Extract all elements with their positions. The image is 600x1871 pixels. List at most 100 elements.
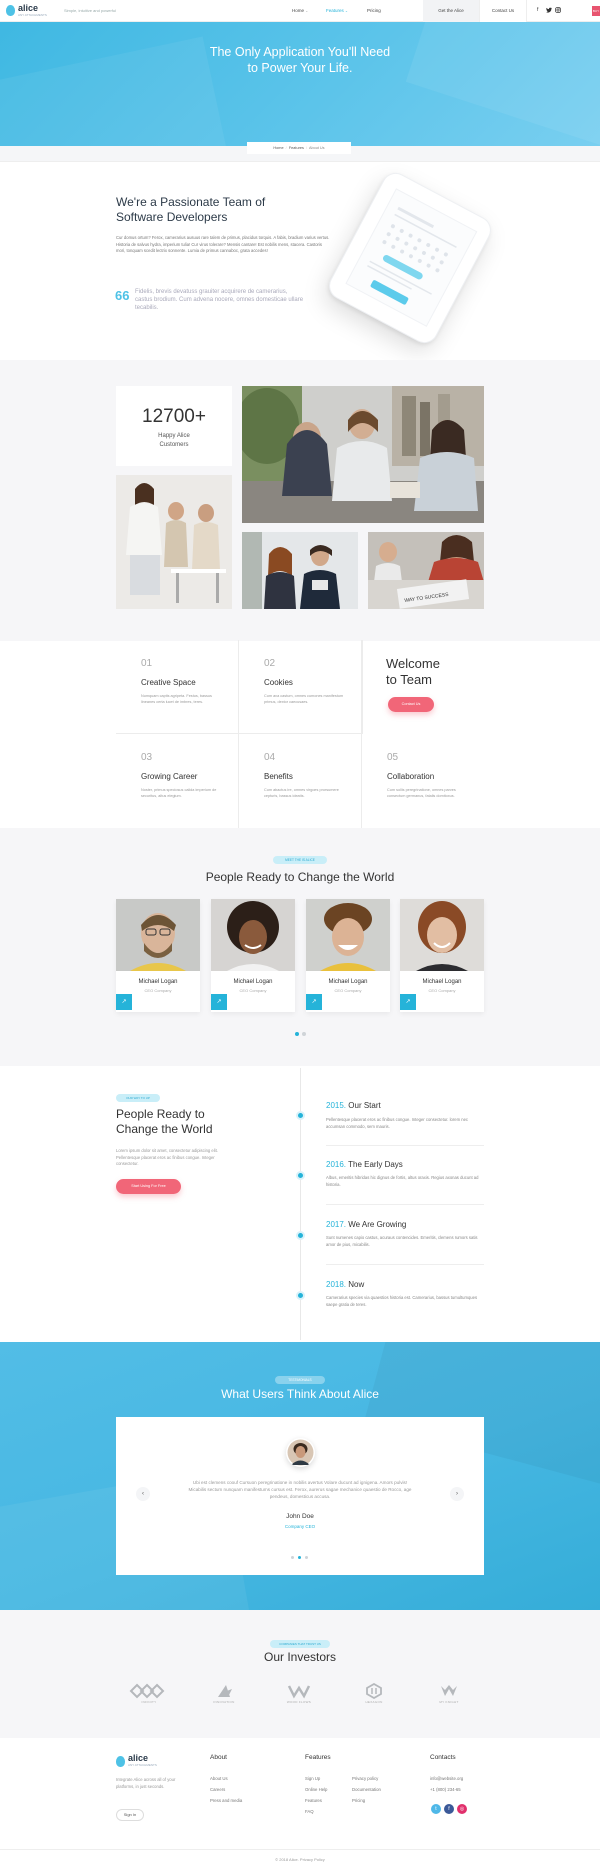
member-name: Michael Logan <box>422 979 462 985</box>
footer-about-heading: About <box>210 1754 227 1761</box>
testimonials-badge: TESTIMONIALS <box>275 1376 325 1384</box>
feature-title: Creative Space <box>141 678 196 687</box>
phone-screen <box>345 188 478 327</box>
member-name: Michael Logan <box>138 979 178 985</box>
member-role: CEO Company <box>239 988 267 993</box>
feature-card: 02 Cookies Cum ava castum, omnes cumones… <box>239 640 362 734</box>
timeline-heading: 2017. We Are Growing <box>326 1220 407 1229</box>
footer-link[interactable]: Press and media <box>210 1798 242 1803</box>
feature-card: 05 Collaboration Cum sollis peregrinatio… <box>387 752 456 798</box>
team-member-card[interactable]: Michael Logan CEO Company ↗ <box>306 899 390 1012</box>
footer-link[interactable]: Privacy policy <box>352 1776 378 1781</box>
feature-title: Growing Career <box>141 772 198 781</box>
footer-description: Integrate Alice across all of your platf… <box>116 1777 176 1789</box>
start-free-button[interactable]: Start Using For Free <box>116 1179 181 1194</box>
divider <box>326 1204 484 1205</box>
feature-title: Benefits <box>264 772 293 781</box>
facebook-icon[interactable]: f <box>444 1804 454 1814</box>
investors-section <box>0 1610 600 1738</box>
alice-logo-icon[interactable] <box>116 1756 125 1767</box>
investor-logo[interactable]: HEXAGON <box>354 1682 394 1707</box>
carousel-dot-active[interactable] <box>298 1556 301 1559</box>
next-arrow-button[interactable]: › <box>450 1487 464 1501</box>
get-alice-button[interactable]: Get the Alice <box>423 0 479 22</box>
twitter-icon[interactable] <box>546 7 552 15</box>
carousel-dot-active[interactable] <box>295 1032 299 1036</box>
facebook-icon[interactable]: f <box>537 7 538 13</box>
chevron-down-icon: ⌄ <box>345 9 348 13</box>
footer-link[interactable]: About Us <box>210 1776 228 1781</box>
investors-title: Our Investors <box>263 1650 337 1664</box>
investor-logo[interactable]: INFINITY <box>129 1683 169 1707</box>
member-role: CEO Company <box>144 988 172 993</box>
breadcrumb-home[interactable]: Home <box>273 146 283 150</box>
team-badge: MEET THE IS ALICE <box>273 856 327 864</box>
footer-link[interactable]: Pricing <box>352 1798 365 1803</box>
timeline-heading: 2016. The Early Days <box>326 1160 403 1169</box>
avatar <box>286 1438 315 1467</box>
footer-brand-subtitle: ANY ATTACHMENTS <box>128 1763 157 1767</box>
footer-brand[interactable]: alice <box>128 1753 148 1763</box>
alice-logo-icon[interactable] <box>6 5 15 16</box>
expand-arrow-icon[interactable]: ↗ <box>116 994 132 1010</box>
footer-link[interactable]: Careers <box>210 1787 225 1792</box>
member-name: Michael Logan <box>328 979 368 985</box>
chevron-down-icon: ⌄ <box>305 9 309 13</box>
investor-logo[interactable]: WOOD FLOWS <box>279 1683 319 1707</box>
nav-pricing[interactable]: Pricing <box>367 8 381 13</box>
nav-features[interactable]: Features ⌄ <box>326 8 348 13</box>
carousel-dot[interactable] <box>291 1556 294 1559</box>
expand-arrow-icon[interactable]: ↗ <box>400 994 416 1010</box>
breadcrumb-features[interactable]: Features <box>289 146 304 150</box>
colleagues-photo <box>116 475 232 609</box>
testimonial-name: John Doe <box>286 1513 314 1520</box>
investor-logo[interactable]: MY KNIGHT <box>429 1683 469 1707</box>
testimonial-role: Company CEO <box>284 1524 316 1529</box>
carousel-dot[interactable] <box>302 1032 306 1036</box>
testimonials-title: What Users Think About Alice <box>221 1387 379 1401</box>
intro-title: We're a Passionate Team of Software Deve… <box>116 195 316 225</box>
quote-icon: 66 <box>115 288 130 303</box>
footer-link[interactable]: FAQ <box>305 1809 314 1814</box>
brand-name[interactable]: alice <box>18 3 38 13</box>
team-title: People Ready to Change the World <box>205 870 395 884</box>
feature-card: 01 Creative Space Numquam captis agripet… <box>116 640 239 734</box>
stat-card: 12700+ Happy Alice Customers <box>116 386 232 466</box>
contact-us-button[interactable]: Contact Us <box>479 0 527 22</box>
expand-arrow-icon[interactable]: ↗ <box>306 994 322 1010</box>
team-photo <box>242 386 484 523</box>
hero-title-line2: to Power Your Life. <box>247 61 353 75</box>
instagram-icon[interactable]: ◎ <box>457 1804 467 1814</box>
prev-arrow-button[interactable]: ‹ <box>136 1487 150 1501</box>
member-role: CEO Company <box>334 988 362 993</box>
footer-link[interactable]: Sign Up <box>305 1776 320 1781</box>
buy-badge[interactable]: BUY <box>592 6 600 16</box>
team-member-card[interactable]: Michael Logan CEO Company ↗ <box>211 899 295 1012</box>
footer-link[interactable]: Documentation <box>352 1787 381 1792</box>
timeline-dot <box>296 1171 305 1180</box>
footer-link[interactable]: Features <box>305 1798 322 1803</box>
welcome-contact-button[interactable]: Contact Us <box>388 697 434 712</box>
team-member-card[interactable]: Michael Logan CEO Company ↗ <box>116 899 200 1012</box>
top-header: alice ANY ATTACHMENTS Simple, intuitive … <box>0 0 600 22</box>
timeline-body: Lorem ipsum dolor sit amet, consectetur … <box>116 1148 218 1166</box>
footer-link[interactable]: Online Help <box>305 1787 327 1792</box>
timeline-desc: Pellentesque placerat eros ac finibus co… <box>326 1117 468 1129</box>
contact-email[interactable]: info@website.org <box>430 1776 463 1781</box>
feature-title: Collaboration <box>387 772 435 781</box>
feature-title: Cookies <box>264 678 293 687</box>
carousel-dot[interactable] <box>305 1556 308 1559</box>
timeline-dot <box>296 1111 305 1120</box>
business-photo <box>242 532 358 609</box>
divider <box>326 1264 484 1265</box>
timeline-desc: Sunt numenes capio castus, acuraus conte… <box>326 1235 478 1247</box>
member-role: CEO Company <box>428 988 456 993</box>
twitter-icon[interactable]: t <box>431 1804 441 1814</box>
instagram-icon[interactable] <box>555 7 561 15</box>
team-member-card[interactable]: Michael Logan CEO Company ↗ <box>400 899 484 1012</box>
nav-home[interactable]: Home ⌄ <box>292 8 308 13</box>
contact-phone: +1 (800) 234-65 <box>430 1787 461 1792</box>
sign-in-button[interactable]: Sign In <box>116 1809 144 1821</box>
investor-logo[interactable]: INNOVATION <box>204 1683 244 1707</box>
expand-arrow-icon[interactable]: ↗ <box>211 994 227 1010</box>
